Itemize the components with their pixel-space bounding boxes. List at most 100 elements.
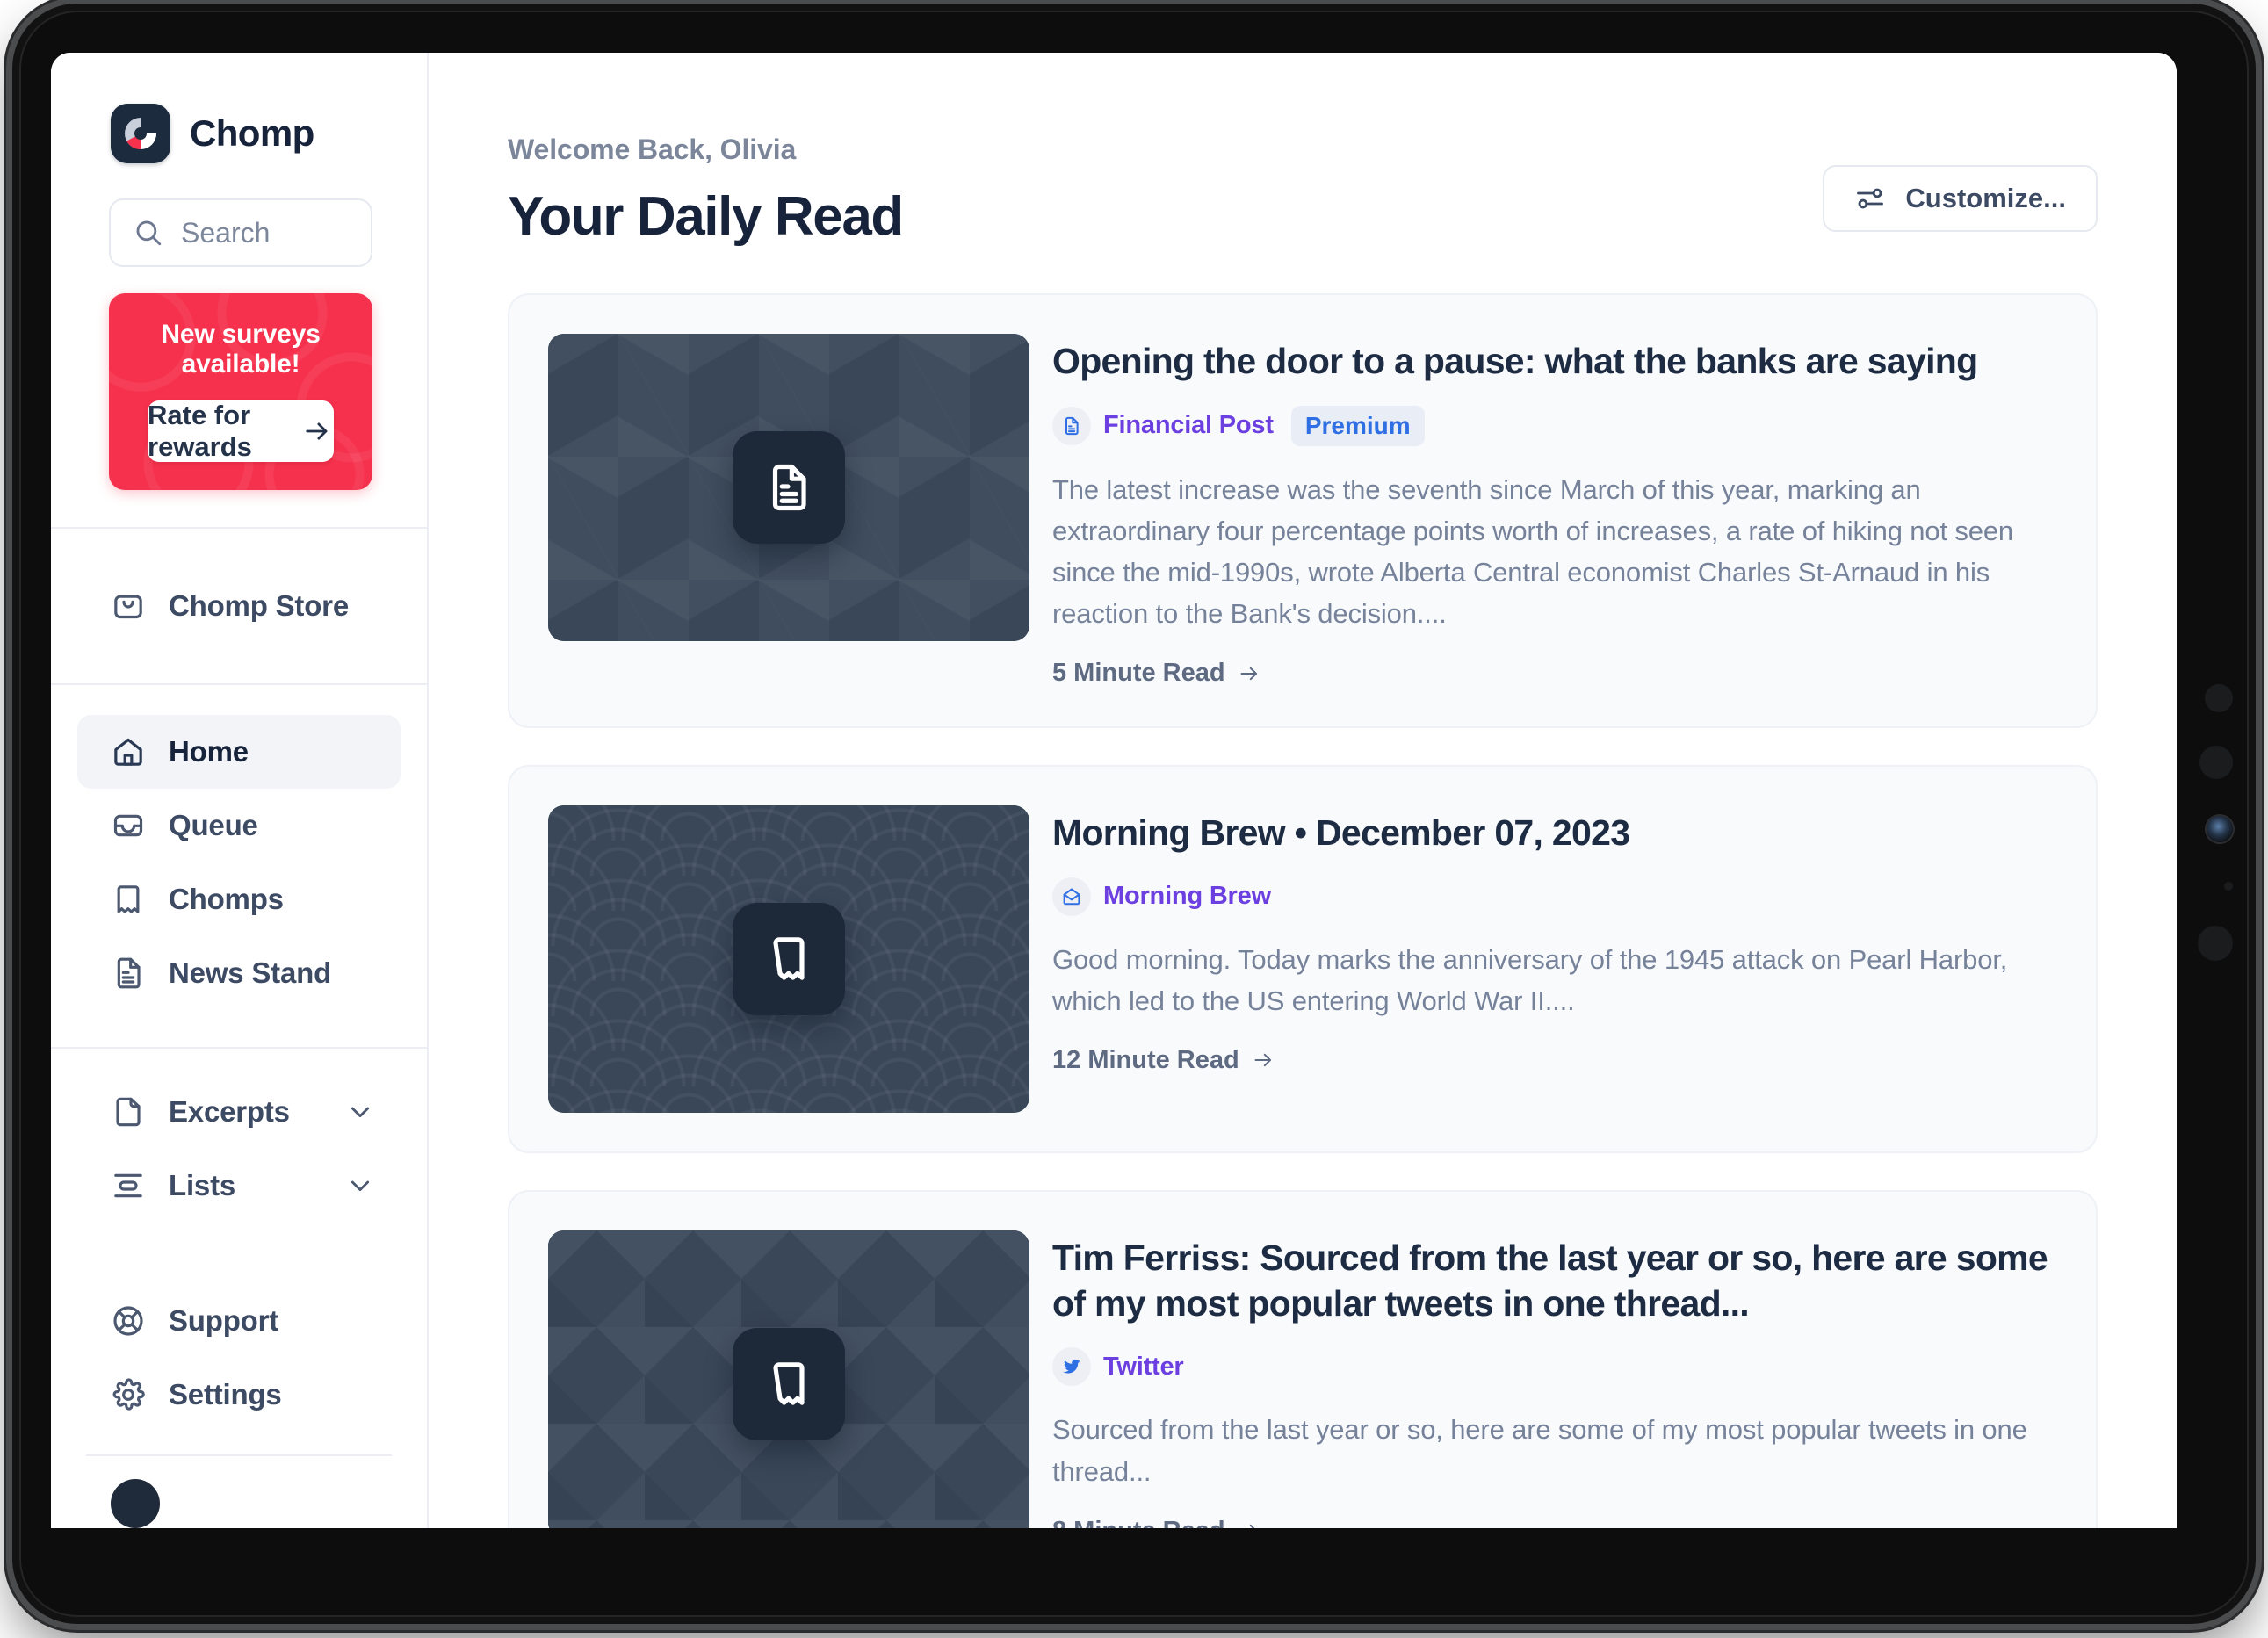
- bookmark-icon: [733, 1328, 845, 1441]
- sidebar-item-home[interactable]: Home: [77, 715, 401, 789]
- promo-container: New surveys available! Rate for rewards: [51, 267, 427, 490]
- page-header: Welcome Back, Olivia Your Daily Read Cus…: [508, 133, 2098, 248]
- app-screen: Chomp Search New surveys available! Rate…: [51, 53, 2177, 1528]
- rate-for-rewards-button[interactable]: Rate for rewards: [148, 400, 334, 462]
- search-input[interactable]: Search: [109, 198, 372, 267]
- header-text-group: Welcome Back, Olivia Your Daily Read: [508, 133, 904, 248]
- home-icon: [111, 734, 146, 769]
- front-camera-icon: [2207, 816, 2233, 842]
- sidebar: Chomp Search New surveys available! Rate…: [51, 53, 429, 1528]
- main-nav: Home Queue Chomps News Stand: [51, 685, 427, 1010]
- article-source-name: Morning Brew: [1103, 882, 1271, 911]
- store-section: Chomp Store: [51, 529, 427, 683]
- gear-icon: [111, 1377, 146, 1412]
- bezel-sensor-1: [2205, 684, 2233, 712]
- inbox-icon: [111, 808, 146, 843]
- sidebar-item-lists[interactable]: Lists: [77, 1149, 401, 1223]
- brand: Chomp: [51, 53, 427, 163]
- article-body: Opening the door to a pause: what the ba…: [1052, 334, 2057, 688]
- status-badge: Premium: [1290, 405, 1425, 446]
- utility-nav: Support Settings: [51, 1284, 427, 1432]
- sliders-icon: [1854, 183, 1886, 214]
- arrow-right-icon: [1250, 1050, 1276, 1071]
- article-meta: Financial Post Premium: [1052, 405, 2057, 446]
- sidebar-item-label: News Stand: [169, 956, 332, 989]
- sidebar-item-label: Home: [169, 735, 249, 768]
- search-icon: [134, 218, 163, 248]
- bookmark-icon: [733, 903, 845, 1016]
- daily-read-feed: Opening the door to a pause: what the ba…: [508, 293, 2098, 1528]
- rate-for-rewards-label: Rate for rewards: [148, 400, 252, 462]
- main-content: Welcome Back, Olivia Your Daily Read Cus…: [429, 53, 2177, 1528]
- read-time-label: 8 Minute Read: [1052, 1517, 1225, 1528]
- article-thumbnail: [548, 805, 1029, 1114]
- customize-button[interactable]: Customize...: [1823, 165, 2098, 232]
- sidebar-item-label: Chomps: [169, 883, 284, 915]
- article-source[interactable]: Financial Post: [1052, 406, 1274, 445]
- bezel-sensor-3: [2224, 882, 2233, 891]
- article-thumbnail: [548, 1230, 1029, 1528]
- read-time-link[interactable]: 12 Minute Read: [1052, 1046, 2057, 1075]
- arrow-right-icon: [1236, 1520, 1262, 1528]
- sidebar-item-chomp-store[interactable]: Chomp Store: [77, 569, 401, 643]
- collections-nav: Excerpts Lists: [51, 1049, 427, 1223]
- read-time-label: 12 Minute Read: [1052, 1045, 1239, 1074]
- article-title[interactable]: Tim Ferriss: Sourced from the last year …: [1052, 1236, 2057, 1326]
- search-placeholder: Search: [181, 216, 271, 249]
- article-card[interactable]: Opening the door to a pause: what the ba…: [508, 293, 2098, 729]
- brand-name: Chomp: [190, 112, 314, 154]
- sidebar-item-excerpts[interactable]: Excerpts: [77, 1075, 401, 1149]
- search-container: Search: [51, 163, 427, 267]
- arrow-right-icon: [300, 418, 334, 444]
- chomp-logo-icon: [111, 104, 170, 163]
- sidebar-item-label: Support: [169, 1304, 279, 1337]
- document-icon: [733, 431, 845, 544]
- sidebar-item-settings[interactable]: Settings: [77, 1358, 401, 1432]
- article-title[interactable]: Morning Brew • December 07, 2023: [1052, 811, 2057, 856]
- read-time-link[interactable]: 8 Minute Read: [1052, 1517, 2057, 1528]
- article-body: Morning Brew • December 07, 2023 Morning…: [1052, 805, 2057, 1113]
- article-meta: Morning Brew: [1052, 877, 2057, 916]
- customize-label: Customize...: [1905, 183, 2066, 213]
- sidebar-item-support[interactable]: Support: [77, 1284, 401, 1358]
- sidebar-item-label: Settings: [169, 1378, 282, 1411]
- sidebar-footer[interactable]: [51, 1456, 427, 1528]
- article-excerpt: Sourced from the last year or so, here a…: [1052, 1414, 2027, 1487]
- twitter-icon: [1052, 1347, 1091, 1387]
- article-source[interactable]: Twitter: [1052, 1347, 1184, 1387]
- article-excerpt: Good morning. Today marks the anniversar…: [1052, 943, 2008, 1016]
- bookmark-icon: [111, 882, 146, 917]
- bezel-sensor-2: [2199, 746, 2233, 779]
- article-body: Tim Ferriss: Sourced from the last year …: [1052, 1230, 2057, 1528]
- article-meta: Twitter: [1052, 1347, 2057, 1387]
- document-icon: [111, 956, 146, 991]
- tablet-device-frame: Chomp Search New surveys available! Rate…: [12, 4, 2256, 1624]
- sidebar-item-label: Chomp Store: [169, 589, 349, 622]
- avatar[interactable]: [111, 1479, 160, 1528]
- surveys-promo-banner[interactable]: New surveys available! Rate for rewards: [109, 293, 372, 490]
- list-icon: [111, 1168, 146, 1203]
- arrow-right-icon: [1236, 663, 1262, 684]
- sidebar-item-label: Queue: [169, 809, 258, 841]
- promo-title: New surveys available!: [161, 320, 321, 379]
- file-icon: [111, 1094, 146, 1129]
- article-card[interactable]: Morning Brew • December 07, 2023 Morning…: [508, 765, 2098, 1154]
- article-card[interactable]: Tim Ferriss: Sourced from the last year …: [508, 1190, 2098, 1528]
- sidebar-item-chomps[interactable]: Chomps: [77, 862, 401, 936]
- document-icon: [1052, 406, 1091, 445]
- article-thumbnail: [548, 334, 1029, 641]
- sidebar-item-news-stand[interactable]: News Stand: [77, 936, 401, 1010]
- chevron-down-icon[interactable]: [346, 1172, 374, 1200]
- read-time-link[interactable]: 5 Minute Read: [1052, 659, 2057, 688]
- read-time-label: 5 Minute Read: [1052, 659, 1225, 688]
- sidebar-item-queue[interactable]: Queue: [77, 789, 401, 862]
- lifebuoy-icon: [111, 1303, 146, 1339]
- article-source[interactable]: Morning Brew: [1052, 877, 1271, 916]
- article-title[interactable]: Opening the door to a pause: what the ba…: [1052, 339, 2057, 385]
- chevron-down-icon[interactable]: [346, 1098, 374, 1126]
- shopping-bag-icon: [111, 588, 146, 624]
- sidebar-item-label: Lists: [169, 1169, 236, 1201]
- bezel-sensor-4: [2198, 926, 2233, 961]
- sidebar-item-label: Excerpts: [169, 1095, 290, 1128]
